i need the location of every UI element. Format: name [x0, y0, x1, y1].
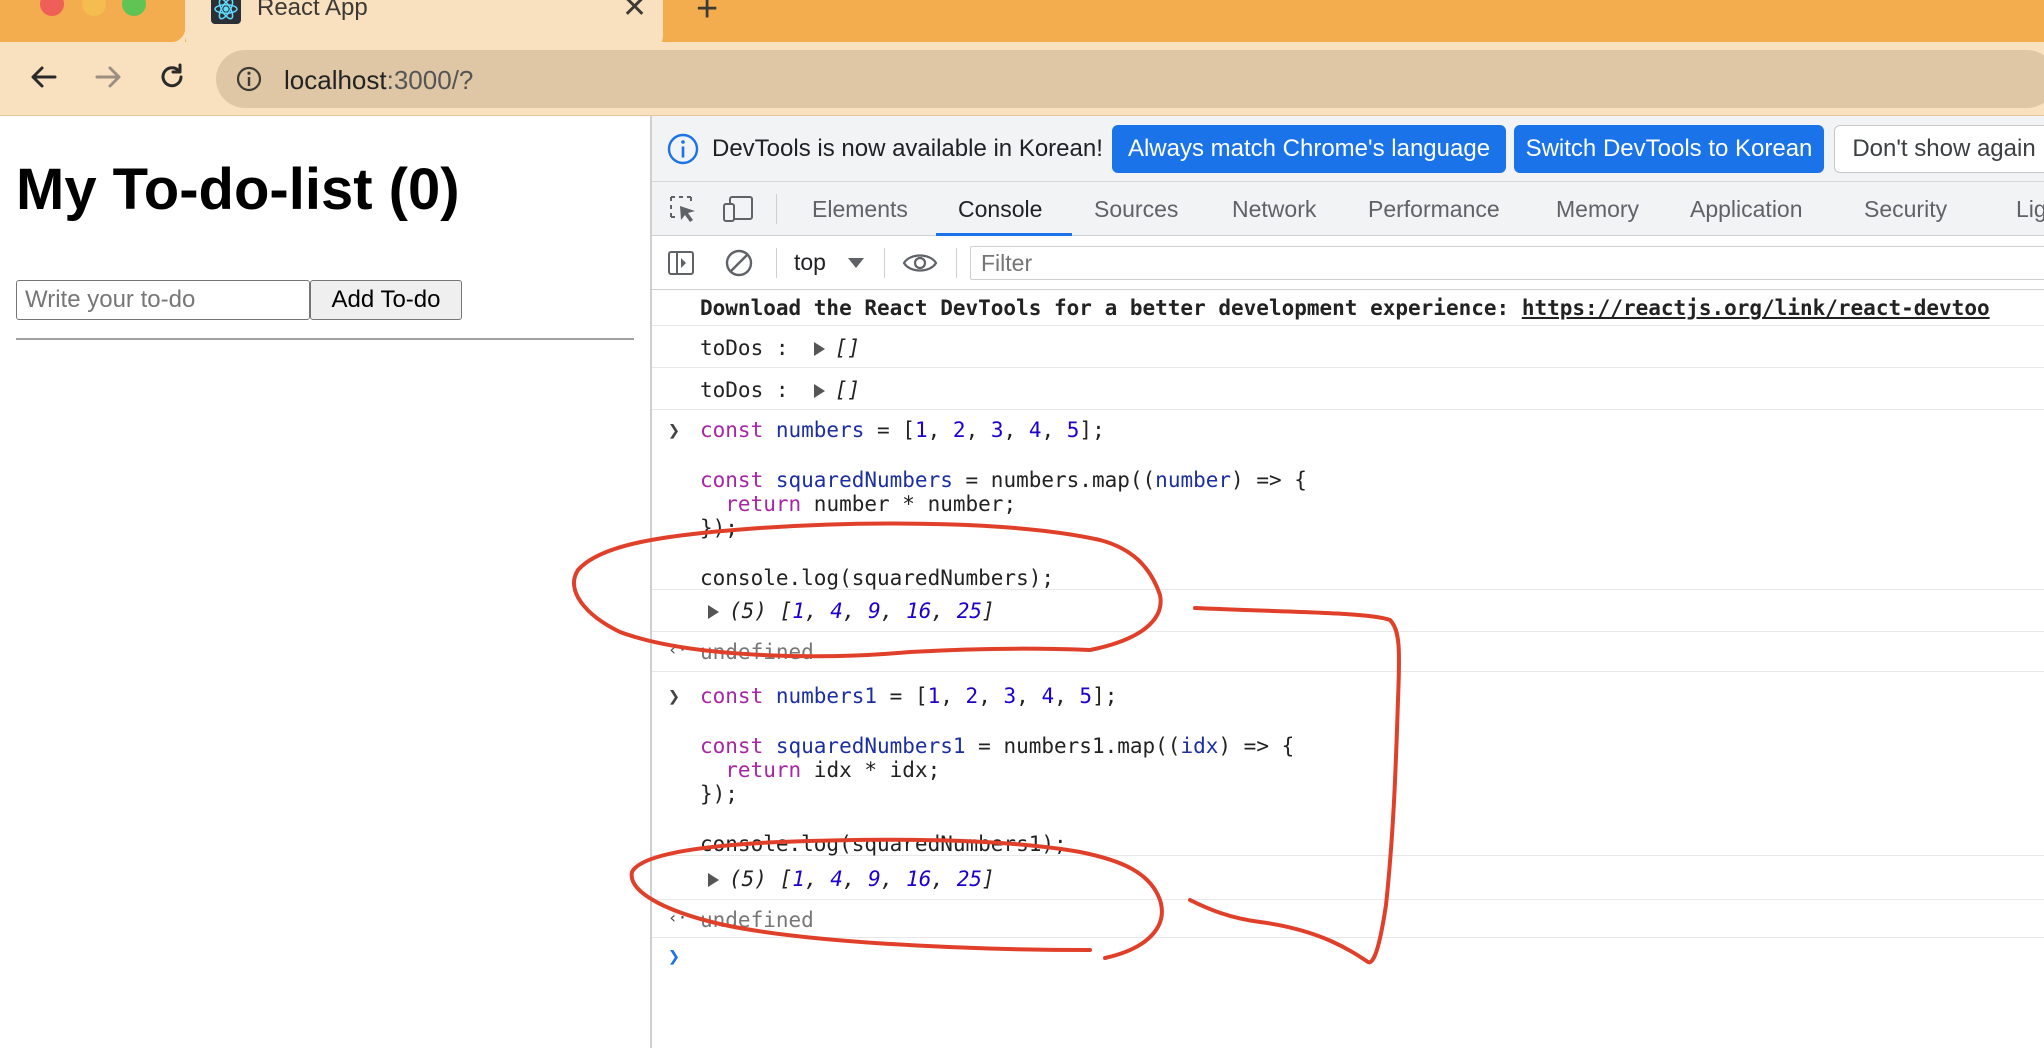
close-window-button[interactable]: [40, 0, 64, 16]
devtools-tabs: Elements Console Sources Network Perform…: [652, 182, 2044, 236]
tab-sources[interactable]: Sources: [1094, 196, 1178, 223]
language-infobar: DevTools is now available in Korean! Alw…: [652, 116, 2044, 182]
code-line: console.log(squaredNumbers);: [700, 566, 1055, 590]
close-tab-icon[interactable]: ✕: [622, 0, 647, 25]
react-devtools-link[interactable]: https://reactjs.org/link/react-devtoo: [1522, 296, 1990, 320]
infobar-message: DevTools is now available in Korean!: [712, 135, 1103, 162]
minimize-window-button[interactable]: [82, 0, 106, 16]
browser-toolbar: localhost:3000/?: [0, 42, 2044, 116]
log-array: []: [834, 336, 861, 360]
log-array: (5) [1, 4, 9, 16, 25]: [708, 599, 995, 623]
page-title: My To-do-list (0): [16, 157, 460, 222]
tab-strip: React App ✕ +: [0, 0, 2044, 50]
new-tab-button[interactable]: +: [696, 0, 718, 31]
tab-lighthouse[interactable]: Lig: [2016, 196, 2044, 223]
device-toolbar-icon[interactable]: [722, 194, 756, 224]
todo-input[interactable]: [16, 280, 310, 320]
clear-console-icon[interactable]: [724, 248, 754, 278]
code-line: const numbers = [1, 2, 3, 4, 5];: [700, 418, 1105, 442]
arrow-left-icon: [31, 66, 57, 88]
switch-korean-button[interactable]: Switch DevTools to Korean: [1514, 125, 1824, 173]
tab-elements[interactable]: Elements: [812, 196, 908, 223]
devtools-panel: DevTools is now available in Korean! Alw…: [652, 116, 2044, 1048]
return-arrow-icon: ‹·: [668, 908, 688, 927]
expand-triangle-icon[interactable]: [813, 342, 825, 356]
tab-performance[interactable]: Performance: [1368, 196, 1500, 223]
arrow-right-icon: [95, 66, 121, 88]
log-array: []: [834, 378, 861, 402]
console-message: Download the React DevTools for a better…: [652, 290, 2044, 326]
tab-application[interactable]: Application: [1690, 196, 1803, 223]
console-message: toDos : []: [652, 368, 2044, 410]
console-prompt[interactable]: ❯: [652, 938, 2044, 978]
page-viewport: My To-do-list (0) Add To-do: [0, 116, 650, 1048]
window-controls: [0, 0, 185, 42]
console-input-block: ❯ const numbers = [1, 2, 3, 4, 5]; const…: [652, 410, 2044, 590]
code-line: const squaredNumbers = numbers.map((numb…: [700, 468, 1307, 492]
console-toolbar: top: [652, 236, 2044, 290]
chevron-down-icon[interactable]: [848, 258, 864, 268]
tab-memory[interactable]: Memory: [1556, 196, 1639, 223]
react-devtools-message: Download the React DevTools for a better…: [700, 296, 1522, 320]
log-label: toDos :: [700, 378, 789, 402]
console-message: (5) [1, 4, 9, 16, 25]: [652, 590, 2044, 632]
console-input-block: ❯ const numbers1 = [1, 2, 3, 4, 5]; cons…: [652, 672, 2044, 856]
eye-icon[interactable]: [902, 249, 938, 277]
chevron-right-icon: ❯: [668, 684, 681, 708]
maximize-window-button[interactable]: [122, 0, 146, 16]
result-value: undefined: [700, 640, 814, 664]
log-array: (5) [1, 4, 9, 16, 25]: [708, 867, 995, 891]
chevron-right-icon: ❯: [668, 944, 681, 968]
code-line: const numbers1 = [1, 2, 3, 4, 5];: [700, 684, 1118, 708]
sidebar-toggle-icon[interactable]: [666, 248, 696, 278]
dont-show-again-button[interactable]: Don't show again: [1834, 125, 2044, 173]
expand-triangle-icon[interactable]: [708, 873, 719, 887]
reload-button[interactable]: [152, 57, 192, 97]
code-line: console.log(squaredNumbers1);: [700, 832, 1067, 856]
chevron-right-icon: ❯: [668, 418, 681, 442]
tab-network[interactable]: Network: [1232, 196, 1316, 223]
code-line: });: [700, 516, 738, 540]
url-text: localhost:3000/?: [284, 65, 474, 95]
expand-triangle-icon[interactable]: [813, 384, 825, 398]
inspect-element-icon[interactable]: [668, 194, 698, 224]
code-line: return idx * idx;: [700, 758, 941, 782]
reload-icon: [161, 63, 183, 88]
expand-triangle-icon[interactable]: [708, 605, 719, 619]
code-line: return number * number;: [700, 492, 1017, 516]
console-message: toDos : []: [652, 326, 2044, 368]
match-language-button[interactable]: Always match Chrome's language: [1112, 125, 1506, 173]
tab-console[interactable]: Console: [958, 196, 1042, 223]
forward-button[interactable]: [88, 57, 128, 97]
context-selector[interactable]: top: [794, 249, 826, 276]
filter-input[interactable]: [970, 246, 2044, 280]
code-line: });: [700, 782, 738, 806]
console-message: (5) [1, 4, 9, 16, 25]: [652, 856, 2044, 900]
code-line: const squaredNumbers1 = numbers1.map((id…: [700, 734, 1295, 758]
info-icon[interactable]: [234, 64, 264, 94]
tab-title: React App: [257, 0, 368, 21]
info-icon: [667, 133, 699, 165]
console-result: ‹· undefined: [652, 900, 2044, 938]
console-result: ‹· undefined: [652, 632, 2044, 672]
console-output: Download the React DevTools for a better…: [652, 290, 2044, 1048]
address-bar[interactable]: localhost:3000/?: [216, 50, 2044, 108]
result-value: undefined: [700, 908, 814, 932]
log-label: toDos :: [700, 336, 789, 360]
tab-security[interactable]: Security: [1864, 196, 1947, 223]
react-icon: [211, 0, 241, 24]
add-todo-button[interactable]: Add To-do: [310, 280, 462, 320]
divider-line: [16, 338, 634, 340]
return-arrow-icon: ‹·: [668, 640, 688, 659]
back-button[interactable]: [24, 57, 64, 97]
